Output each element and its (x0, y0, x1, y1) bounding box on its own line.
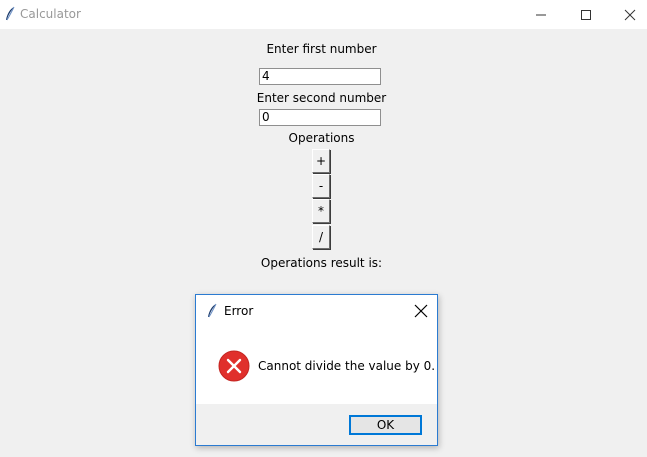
operations-label: Operations (288, 131, 355, 145)
dialog-message: Cannot divide the value by 0. (258, 359, 436, 373)
subtract-button[interactable]: - (312, 174, 330, 198)
first-number-input[interactable]: 4 (259, 68, 381, 85)
dialog-title: Error (224, 304, 254, 318)
close-button[interactable] (607, 0, 647, 29)
first-number-label: Enter first number (266, 42, 377, 56)
ok-button[interactable]: OK (349, 415, 422, 435)
maximize-button[interactable] (563, 0, 609, 29)
divide-button[interactable]: / (312, 225, 330, 249)
error-dialog: Error Cannot divide the value by 0. OK (195, 294, 438, 446)
dialog-footer: OK (196, 404, 437, 445)
result-label: Operations result is: (260, 256, 383, 270)
feather-icon (208, 303, 217, 318)
multiply-button[interactable]: * (312, 199, 330, 223)
title-bar: Calculator (0, 0, 647, 29)
dialog-close-icon[interactable] (414, 304, 428, 318)
error-icon (218, 350, 250, 382)
minimize-icon (536, 14, 546, 15)
maximize-icon (581, 9, 591, 20)
add-button[interactable]: + (312, 149, 330, 173)
minimize-button[interactable] (518, 0, 564, 29)
window-title: Calculator (20, 7, 81, 21)
second-number-label: Enter second number (256, 91, 387, 105)
close-icon (624, 9, 636, 20)
feather-icon (6, 6, 15, 21)
second-number-input[interactable]: 0 (259, 109, 381, 126)
